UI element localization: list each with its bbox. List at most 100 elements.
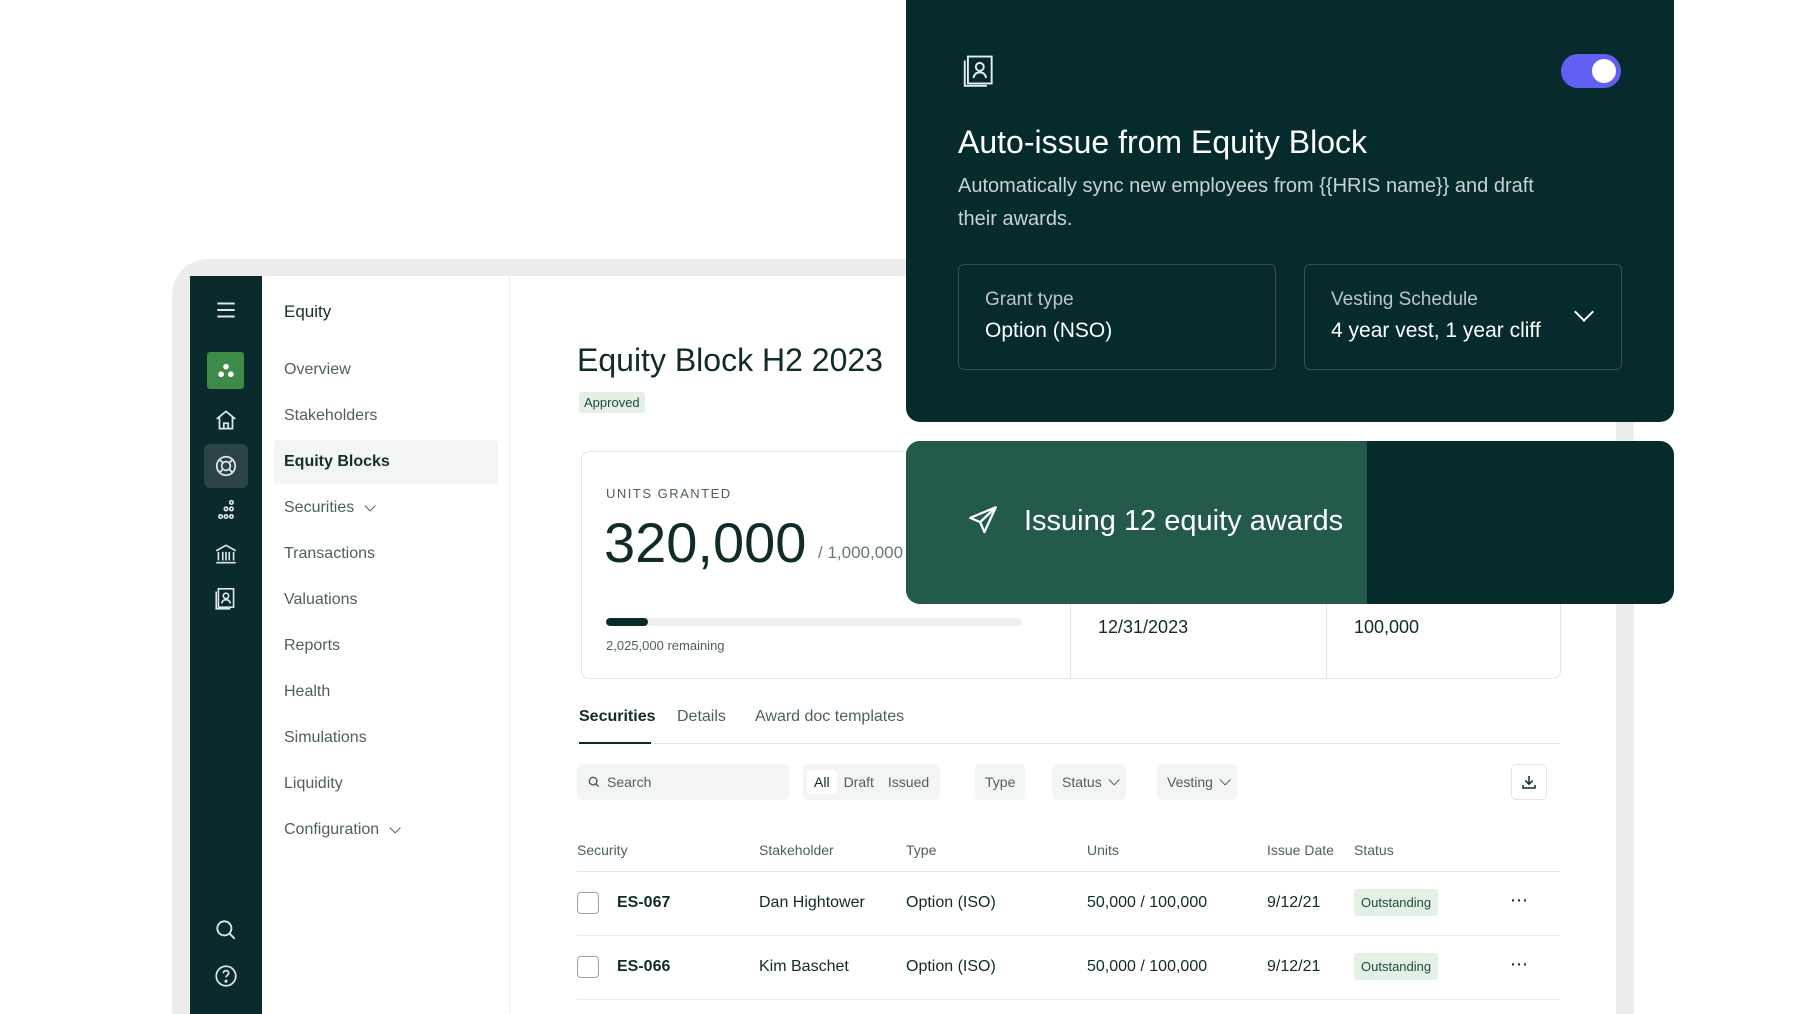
cell-issue-date: 9/12/21 [1267,894,1321,911]
nav-item-transactions[interactable]: Transactions [274,532,498,576]
nav-label: Liquidity [284,775,343,792]
vesting-schedule-select[interactable]: Vesting Schedule 4 year vest, 1 year cli… [1304,264,1622,370]
cell-security[interactable]: ES-067 [617,894,670,912]
status-badge: Outstanding [1354,889,1439,916]
nav-label: Equity Blocks [284,453,390,470]
nav-item-equity-blocks[interactable]: Equity Blocks [274,440,498,484]
grant-type-field[interactable]: Grant type Option (NSO) [958,264,1276,370]
table-header: Security Stakeholder Type Units Issue Da… [577,836,1561,872]
status-badge: Approved [579,392,645,413]
nav-label: Reports [284,637,341,654]
active-tab-underline [579,742,651,744]
column-header[interactable]: Issue Date [1267,842,1334,858]
grant-type-label: Grant type [985,289,1074,310]
column-header[interactable]: Security [577,842,628,858]
menu-icon[interactable] [204,288,248,332]
cell-type: Option (ISO) [906,958,996,975]
contact-card-icon [963,55,993,87]
tabs: Securities Details Award doc templates [577,694,1561,744]
chevron-down-icon [1219,774,1231,786]
nav-item-liquidity[interactable]: Liquidity [274,762,498,806]
segment-draft[interactable]: Draft [837,770,881,794]
nav-label: Configuration [284,821,380,838]
column-header[interactable]: Status [1354,842,1394,858]
vesting-schedule-label: Vesting Schedule [1331,289,1478,310]
nav-label: Transactions [284,545,375,562]
send-icon [969,506,997,534]
table-row[interactable]: ES-066 Kim Baschet Option (ISO) 50,000 /… [577,936,1561,1000]
card-title: Auto-issue from Equity Block [958,124,1368,160]
chevron-down-icon [364,500,377,512]
cell-issue-date: 9/12/21 [1267,958,1321,975]
nav-item-valuations[interactable]: Valuations [274,578,498,622]
nav-item-simulations[interactable]: Simulations [274,716,498,760]
status-badge: Outstanding [1354,953,1439,980]
vesting-filter-label: Vesting [1167,774,1213,790]
issuing-status-text: Issuing 12 equity awards [1024,505,1344,537]
row-checkbox[interactable] [577,892,599,914]
cell-units: 50,000 / 100,000 [1087,958,1208,975]
search-icon [588,776,600,788]
dots-chart-icon[interactable] [204,488,248,532]
bank-icon[interactable] [204,532,248,576]
search-input[interactable]: Search [577,764,789,800]
more-options-icon[interactable]: ⋯ [1510,890,1529,911]
units-granted-value: 320,000 [604,511,807,574]
cell-stakeholder: Kim Baschet [759,958,849,975]
nav-label: Securities [284,499,355,516]
lifebuoy-icon[interactable] [204,444,248,488]
nav-label: Overview [284,361,351,378]
nav-item-overview[interactable]: Overview [274,348,498,392]
vesting-filter[interactable]: Vesting [1157,764,1237,800]
tab-award-doc-templates[interactable]: Award doc templates [755,708,904,726]
search-placeholder: Search [607,774,652,790]
cell-type: Option (ISO) [906,894,996,911]
nav-item-stakeholders[interactable]: Stakeholders [274,394,498,438]
units-total: / 1,000,000 [818,543,904,562]
card-subtitle: Automatically sync new employees from {{… [958,175,1534,230]
contact-card-icon[interactable] [204,576,248,620]
more-options-icon[interactable]: ⋯ [1510,954,1529,975]
chevron-down-icon [1574,302,1594,322]
nav-item-health[interactable]: Health [274,670,498,714]
status-filter[interactable]: Status [1052,764,1126,800]
vesting-schedule-value: 4 year vest, 1 year cliff [1331,319,1541,342]
nav-item-securities[interactable]: Securities [274,486,498,530]
stat-date: 12/31/2023 [1098,617,1189,637]
auto-issue-card: Auto-issue from Equity Block Automatical… [906,0,1674,422]
cell-security[interactable]: ES-066 [617,958,670,976]
nav-item-configuration[interactable]: Configuration [274,808,498,852]
column-header[interactable]: Units [1087,842,1119,858]
grant-type-value: Option (NSO) [985,319,1113,342]
cell-units: 50,000 / 100,000 [1087,894,1208,911]
download-button[interactable] [1511,764,1547,800]
search-icon[interactable] [204,908,248,952]
cell-stakeholder: Dan Hightower [759,894,865,911]
table-row[interactable] [577,1000,1561,1014]
column-header[interactable]: Type [906,842,936,858]
status-segmented-control: All Draft Issued [803,764,941,800]
row-checkbox[interactable] [577,956,599,978]
table-toolbar: Search All Draft Issued Type Status Vest… [577,764,1561,800]
nav-label: Health [284,683,331,700]
auto-issue-toggle[interactable] [1561,54,1621,88]
table-row[interactable]: ES-067 Dan Hightower Option (ISO) 50,000… [577,872,1561,936]
nav-label: Valuations [284,591,358,608]
download-icon [1522,776,1536,789]
logo-icon[interactable] [207,352,244,389]
sub-navigation: Equity Overview Stakeholders Equity Bloc… [262,276,510,1014]
segment-issued[interactable]: Issued [881,770,936,794]
nav-item-reports[interactable]: Reports [274,624,498,668]
tab-securities[interactable]: Securities [579,708,655,726]
type-filter[interactable]: Type [975,764,1026,800]
segment-all[interactable]: All [807,770,837,794]
home-icon[interactable] [204,398,248,442]
tab-details[interactable]: Details [677,708,726,726]
column-header[interactable]: Stakeholder [759,842,834,858]
toggle-knob [1592,59,1616,83]
help-icon[interactable] [204,954,248,998]
units-remaining: 2,025,000 remaining [606,638,725,653]
type-filter-label: Type [985,774,1016,790]
units-granted-label: UNITS GRANTED [606,486,732,501]
chevron-down-icon [389,822,401,834]
